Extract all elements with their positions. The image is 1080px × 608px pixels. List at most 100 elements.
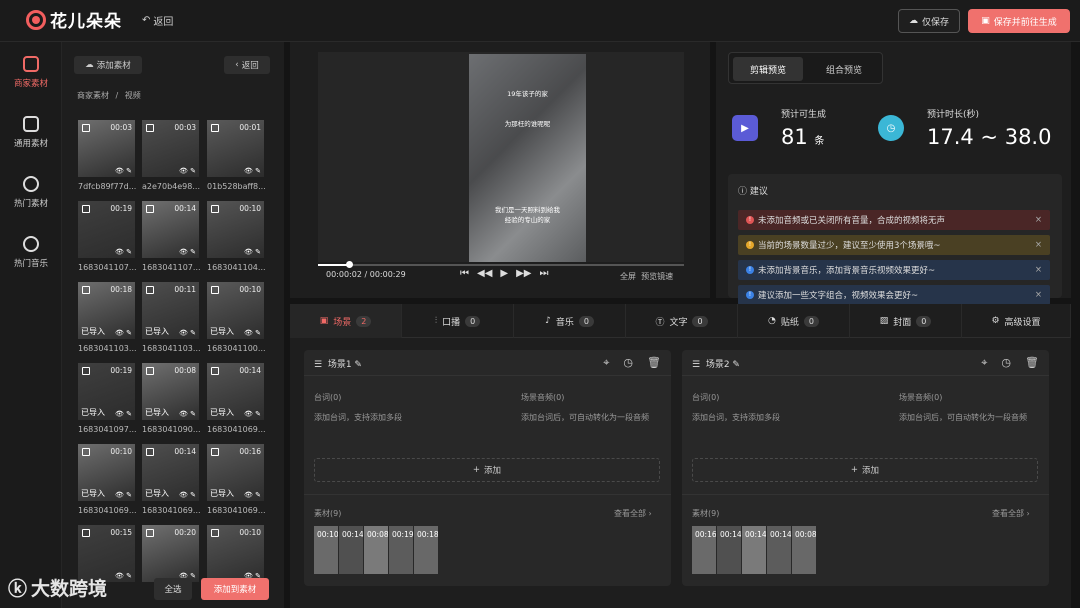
fullscreen-button[interactable]: 全屏	[620, 272, 636, 281]
eye-edit-icon[interactable]: 👁 ✎	[244, 329, 261, 337]
eye-edit-icon[interactable]: 👁 ✎	[179, 248, 196, 256]
thumb-checkbox[interactable]	[211, 124, 219, 132]
eye-edit-icon[interactable]: 👁 ✎	[179, 329, 196, 337]
tab-combo-preview[interactable]: 组合预览	[809, 57, 879, 81]
thumb-item[interactable]: 00:20 👁 ✎	[142, 525, 199, 582]
thumb-checkbox[interactable]	[211, 448, 219, 456]
thumb-item[interactable]: 00:11 已导入 👁 ✎	[142, 282, 199, 339]
add-material-button[interactable]: ☁ 添加素材	[74, 56, 142, 74]
thumb-checkbox[interactable]	[146, 124, 154, 132]
thumb-item[interactable]: 00:19 已导入 👁 ✎	[78, 363, 135, 420]
add-to-material-button[interactable]: 添加到素材	[201, 578, 269, 600]
material-thumb[interactable]: 00:14	[339, 526, 363, 574]
crumb-merchant[interactable]: 商家素材	[77, 91, 109, 100]
material-thumb[interactable]: 00:08	[792, 526, 816, 574]
tab-settings[interactable]: ⚙ 高级设置	[962, 304, 1071, 338]
thumb-checkbox[interactable]	[82, 205, 90, 213]
clock-icon[interactable]: ◷	[1001, 356, 1011, 370]
thumb-item[interactable]: 00:10 已导入 👁 ✎	[207, 282, 264, 339]
thumb-item[interactable]: 00:03 👁 ✎	[142, 120, 199, 177]
thumb-checkbox[interactable]	[146, 205, 154, 213]
eye-edit-icon[interactable]: 👁 ✎	[179, 167, 196, 175]
thumb-item[interactable]: 00:10 👁 ✎	[207, 201, 264, 258]
video-frame[interactable]: 19年该子的家 为那枉的谁呢呢 我们是一天照料到给我 经验的专山的家	[469, 54, 586, 262]
close-icon[interactable]: ×	[1035, 290, 1042, 300]
thumb-item[interactable]: 00:14 已导入 👁 ✎	[142, 444, 199, 501]
eye-edit-icon[interactable]: 👁 ✎	[115, 329, 132, 337]
add-line-button[interactable]: + 添加	[692, 458, 1038, 482]
thumb-checkbox[interactable]	[82, 529, 90, 537]
eye-edit-icon[interactable]: 👁 ✎	[115, 167, 132, 175]
thumb-checkbox[interactable]	[211, 367, 219, 375]
thumb-checkbox[interactable]	[146, 367, 154, 375]
play-icon[interactable]: ▶	[500, 268, 508, 279]
tab-sticker[interactable]: ◔ 贴纸 0	[738, 304, 850, 338]
thumb-checkbox[interactable]	[146, 286, 154, 294]
thumb-item[interactable]: 00:19 👁 ✎	[78, 201, 135, 258]
thumb-item[interactable]: 00:10 👁 ✎	[207, 525, 264, 582]
material-thumb[interactable]: 00:08	[364, 526, 388, 574]
eye-edit-icon[interactable]: 👁 ✎	[244, 491, 261, 499]
eye-edit-icon[interactable]: 👁 ✎	[115, 410, 132, 418]
tab-edit-preview[interactable]: 剪辑预览	[733, 57, 803, 81]
lines-placeholder[interactable]: 添加台词，支持添加多段	[314, 412, 402, 423]
pin-icon[interactable]: ⌖	[981, 356, 987, 370]
thumb-checkbox[interactable]	[82, 367, 90, 375]
rail-item-hot[interactable]: 热门素材	[0, 176, 62, 209]
thumb-item[interactable]: 00:03 👁 ✎	[78, 120, 135, 177]
thumb-item[interactable]: 00:01 👁 ✎	[207, 120, 264, 177]
close-icon[interactable]: ×	[1035, 215, 1042, 225]
thumb-item[interactable]: 00:08 已导入 👁 ✎	[142, 363, 199, 420]
eye-edit-icon[interactable]: 👁 ✎	[179, 410, 196, 418]
tab-film[interactable]: ▣ 场景 2	[290, 304, 402, 338]
save-only-button[interactable]: ☁ 仅保存	[898, 9, 960, 33]
tab-music[interactable]: ♪ 音乐 0	[514, 304, 626, 338]
progress-knob[interactable]	[346, 261, 353, 268]
edit-icon[interactable]: ✎	[354, 360, 362, 370]
tab-waveform[interactable]: ⫶ 口播 0	[402, 304, 514, 338]
thumb-checkbox[interactable]	[82, 286, 90, 294]
tab-text[interactable]: Ⓣ 文字 0	[626, 304, 738, 338]
skip-end-icon[interactable]: ⏭	[539, 268, 548, 279]
material-thumb[interactable]: 00:19	[389, 526, 413, 574]
rail-item-general[interactable]: 通用素材	[0, 116, 62, 149]
thumb-checkbox[interactable]	[146, 448, 154, 456]
thumb-checkbox[interactable]	[82, 448, 90, 456]
drag-handle-icon[interactable]: ☰	[314, 360, 322, 370]
rewind-icon[interactable]: ◀◀	[477, 268, 492, 279]
edit-icon[interactable]: ✎	[732, 360, 740, 370]
material-thumb[interactable]: 00:14	[742, 526, 766, 574]
add-line-button[interactable]: + 添加	[314, 458, 660, 482]
thumb-checkbox[interactable]	[211, 205, 219, 213]
trash-icon[interactable]: 🗑	[647, 356, 661, 370]
material-thumb[interactable]: 00:18	[414, 526, 438, 574]
trash-icon[interactable]: 🗑	[1025, 356, 1039, 370]
clock-icon[interactable]: ◷	[623, 356, 633, 370]
back-button[interactable]: ↶ 返回	[142, 13, 173, 28]
eye-edit-icon[interactable]: 👁 ✎	[115, 248, 132, 256]
lines-placeholder[interactable]: 添加台词，支持添加多段	[692, 412, 780, 423]
thumb-item[interactable]: 00:18 已导入 👁 ✎	[78, 282, 135, 339]
eye-edit-icon[interactable]: 👁 ✎	[244, 248, 261, 256]
thumb-item[interactable]: 00:14 👁 ✎	[142, 201, 199, 258]
library-back-button[interactable]: ‹ 返回	[224, 56, 270, 74]
thumb-checkbox[interactable]	[146, 529, 154, 537]
progress-bar[interactable]	[318, 261, 684, 268]
thumb-checkbox[interactable]	[211, 529, 219, 537]
eye-edit-icon[interactable]: 👁 ✎	[115, 572, 132, 580]
thumb-item[interactable]: 00:10 已导入 👁 ✎	[78, 444, 135, 501]
rail-item-merchant[interactable]: 商家素材	[0, 56, 62, 89]
material-thumb[interactable]: 00:10	[314, 526, 338, 574]
tab-image[interactable]: ▨ 封面 0	[850, 304, 962, 338]
eye-edit-icon[interactable]: 👁 ✎	[244, 410, 261, 418]
drag-handle-icon[interactable]: ☰	[692, 360, 700, 370]
eye-edit-icon[interactable]: 👁 ✎	[244, 167, 261, 175]
view-all-button[interactable]: 查看全部 ›	[614, 508, 652, 519]
close-icon[interactable]: ×	[1035, 265, 1042, 275]
thumb-item[interactable]: 00:14 已导入 👁 ✎	[207, 363, 264, 420]
thumb-item[interactable]: 00:16 已导入 👁 ✎	[207, 444, 264, 501]
material-thumb[interactable]: 00:14	[767, 526, 791, 574]
eye-edit-icon[interactable]: 👁 ✎	[179, 491, 196, 499]
rail-item-music[interactable]: 热门音乐	[0, 236, 62, 269]
select-all-button[interactable]: 全选	[154, 578, 192, 600]
